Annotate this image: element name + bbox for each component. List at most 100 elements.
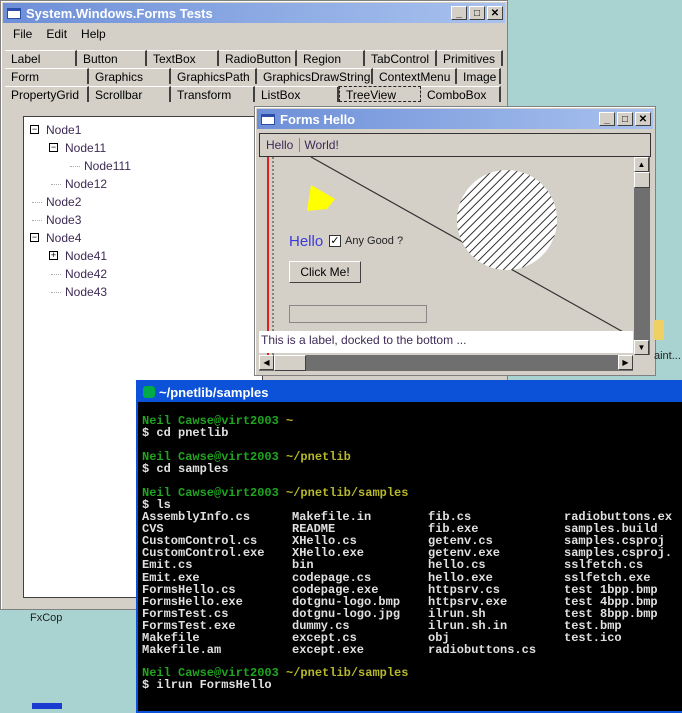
ls-file-entry: radiobuttons.cs bbox=[428, 643, 537, 658]
tab-propertygrid[interactable]: PropertyGrid bbox=[5, 86, 89, 102]
vertical-scroll-thumb[interactable] bbox=[634, 172, 650, 188]
tab-region[interactable]: Region bbox=[297, 50, 365, 66]
horizontal-scrollbar[interactable]: ◀ ▶ bbox=[259, 355, 633, 371]
tree-node[interactable]: Node1 bbox=[46, 123, 81, 137]
text-input[interactable] bbox=[289, 305, 427, 323]
tab-textbox[interactable]: TextBox bbox=[147, 50, 219, 66]
docked-label: This is a label, docked to the bottom ..… bbox=[259, 331, 633, 353]
ls-file-entry: sslfetch.cs bbox=[564, 558, 644, 573]
scroll-down-icon[interactable]: ▼ bbox=[634, 340, 649, 355]
forms-hello-window: Forms Hello _ □ ✕ Hello World! Hello ✓ A… bbox=[254, 106, 656, 376]
tab-form[interactable]: Form bbox=[5, 68, 89, 84]
tree-connector bbox=[70, 166, 80, 167]
tab-image[interactable]: Image bbox=[457, 68, 501, 84]
tab-scrollbar[interactable]: Scrollbar bbox=[89, 86, 171, 102]
tree-connector bbox=[51, 274, 61, 275]
main-menubar: File Edit Help bbox=[13, 27, 106, 41]
scroll-up-icon[interactable]: ▲ bbox=[634, 157, 649, 172]
tab-button[interactable]: Button bbox=[77, 50, 147, 66]
desktop-folder-icon[interactable] bbox=[654, 320, 664, 340]
menu-file[interactable]: File bbox=[13, 27, 32, 41]
tree-node[interactable]: Node43 bbox=[65, 285, 107, 299]
tree-node[interactable]: Node4 bbox=[46, 231, 81, 245]
terminal-window[interactable]: ~/pnetlib/samples Neil Cawse@virt2003 ~ … bbox=[136, 380, 682, 713]
tab-radiobutton[interactable]: RadioButton bbox=[219, 50, 297, 66]
tab-transform[interactable]: Transform bbox=[171, 86, 255, 102]
collapse-icon[interactable]: − bbox=[49, 143, 58, 152]
horizontal-scroll-thumb[interactable] bbox=[274, 355, 306, 371]
menu-world[interactable]: World! bbox=[300, 138, 342, 152]
vertical-scrollbar[interactable]: ▲ ▼ bbox=[634, 157, 650, 355]
tab-graphicsdrawstring[interactable]: GraphicsDrawString bbox=[257, 68, 373, 84]
tree-connector bbox=[51, 292, 61, 293]
maximize-button[interactable]: □ bbox=[469, 6, 485, 20]
collapse-icon[interactable]: − bbox=[30, 125, 39, 134]
hello-window-title: Forms Hello bbox=[280, 111, 356, 127]
ls-file-entry: test 4bpp.bmp bbox=[564, 594, 658, 609]
close-button[interactable]: ✕ bbox=[635, 112, 651, 126]
command-line: $ cd samples bbox=[142, 462, 229, 476]
tree-node[interactable]: Node42 bbox=[65, 267, 107, 281]
tab-listbox[interactable]: ListBox bbox=[255, 86, 339, 102]
tab-row-2: Form Graphics GraphicsPath GraphicsDrawS… bbox=[5, 68, 501, 85]
tree-node[interactable]: Node12 bbox=[65, 177, 107, 191]
any-good-checkbox[interactable]: ✓ bbox=[329, 235, 341, 247]
ls-file-entry: httpsrv.cs bbox=[428, 582, 501, 597]
prompt-path: ~ bbox=[286, 414, 294, 428]
ls-file-entry: FormsHello.exe bbox=[142, 594, 243, 609]
scroll-right-icon[interactable]: ▶ bbox=[618, 355, 633, 370]
tree-node[interactable]: Node2 bbox=[46, 195, 81, 209]
menu-edit[interactable]: Edit bbox=[46, 27, 67, 41]
tab-label[interactable]: Label bbox=[5, 50, 77, 66]
tab-tabcontrol[interactable]: TabControl bbox=[365, 50, 437, 66]
desktop-icon-label[interactable]: aint... bbox=[654, 350, 681, 362]
prompt-line: Neil Cawse@virt2003 ~/pnetlib/samples bbox=[142, 486, 408, 500]
tab-combobox[interactable]: ComboBox bbox=[421, 86, 501, 102]
prompt-path: ~/pnetlib/samples bbox=[286, 486, 409, 500]
tree-node[interactable]: Node3 bbox=[46, 213, 81, 227]
ls-file-entry: hello.cs bbox=[428, 558, 486, 573]
command-line: $ ilrun FormsHello bbox=[142, 678, 272, 692]
tab-primitives[interactable]: Primitives bbox=[437, 50, 503, 66]
tab-contextmenu[interactable]: ContextMenu bbox=[373, 68, 457, 84]
minimize-button[interactable]: _ bbox=[599, 112, 615, 126]
minimize-button[interactable]: _ bbox=[451, 6, 467, 20]
tree-connector bbox=[51, 184, 61, 185]
maximize-button[interactable]: □ bbox=[617, 112, 633, 126]
menu-help[interactable]: Help bbox=[81, 27, 106, 41]
scroll-left-icon[interactable]: ◀ bbox=[259, 355, 274, 370]
tree-node[interactable]: Node41 bbox=[65, 249, 107, 263]
ls-file-entry: bin bbox=[292, 558, 314, 573]
click-me-button[interactable]: Click Me! bbox=[289, 261, 361, 283]
tree-node[interactable]: Node111 bbox=[84, 159, 131, 173]
window-icon bbox=[261, 113, 275, 125]
expand-icon[interactable]: + bbox=[49, 251, 58, 260]
drawing-canvas bbox=[267, 157, 626, 355]
collapse-icon[interactable]: − bbox=[30, 233, 39, 242]
ls-file-entry: codepage.exe bbox=[292, 582, 379, 597]
desktop-icon-label[interactable]: FxCop bbox=[30, 612, 62, 624]
hello-titlebar[interactable]: Forms Hello _ □ ✕ bbox=[257, 109, 653, 129]
window-icon bbox=[7, 7, 21, 19]
ls-file-entry: except.exe bbox=[292, 643, 365, 658]
ls-file-entry: sslfetch.exe bbox=[564, 570, 651, 585]
hello-label: Hello bbox=[289, 233, 324, 250]
ls-file-entry: test.ico bbox=[564, 631, 622, 645]
close-button[interactable]: ✕ bbox=[487, 6, 503, 20]
ls-file-entry: Emit.exe bbox=[142, 570, 200, 585]
terminal-titlebar[interactable]: ~/pnetlib/samples bbox=[138, 382, 682, 402]
prompt-path: ~/pnetlib bbox=[286, 450, 351, 464]
tab-graphicspath[interactable]: GraphicsPath bbox=[171, 68, 257, 84]
hello-client-area: Hello ✓ Any Good ? Click Me! bbox=[259, 157, 633, 355]
taskbar-app-icon[interactable] bbox=[32, 703, 62, 709]
yellow-shape bbox=[307, 185, 335, 211]
main-titlebar[interactable]: System.Windows.Forms Tests _ □ ✕ bbox=[3, 3, 505, 23]
ls-file-entry: Emit.cs bbox=[142, 558, 193, 573]
prompt-path: ~/pnetlib/samples bbox=[286, 666, 409, 680]
main-window-title: System.Windows.Forms Tests bbox=[26, 5, 213, 21]
tab-treeview[interactable]: TreeView bbox=[339, 86, 421, 102]
hello-menubar: Hello World! bbox=[259, 133, 651, 157]
menu-hello[interactable]: Hello bbox=[260, 138, 299, 152]
tab-graphics[interactable]: Graphics bbox=[89, 68, 171, 84]
tree-node[interactable]: Node11 bbox=[65, 141, 106, 155]
